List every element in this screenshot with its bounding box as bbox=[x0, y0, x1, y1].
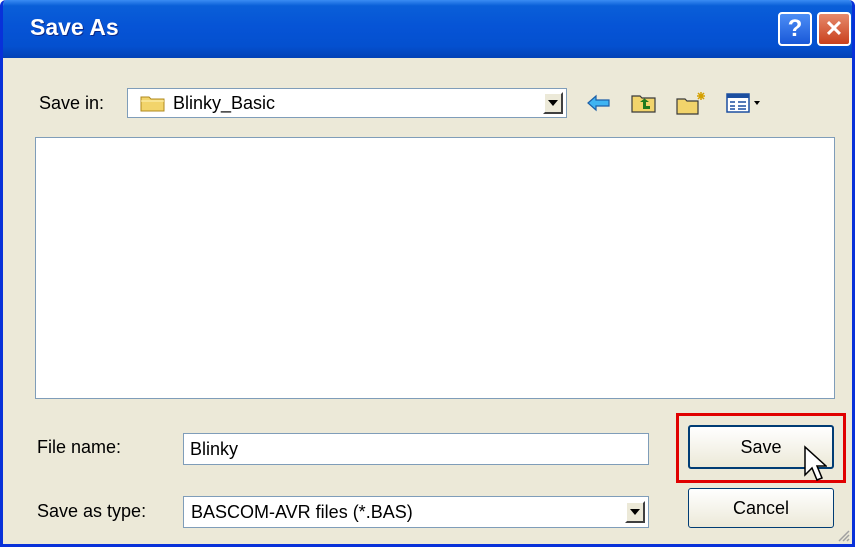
folder-icon bbox=[140, 96, 165, 112]
resize-grip-icon[interactable] bbox=[836, 528, 850, 542]
save-in-dropdown-arrow[interactable] bbox=[543, 92, 563, 114]
help-button[interactable]: ? bbox=[778, 12, 812, 46]
save-as-type-value: BASCOM-AVR files (*.BAS) bbox=[191, 502, 413, 522]
save-in-label: Save in: bbox=[39, 93, 105, 113]
save-as-type-dropdown-arrow[interactable] bbox=[625, 501, 645, 523]
save-as-type-dropdown[interactable]: BASCOM-AVR files (*.BAS) bbox=[183, 496, 649, 528]
close-icon: ✕ bbox=[824, 16, 844, 41]
up-one-level-icon bbox=[631, 95, 656, 113]
save-in-dropdown[interactable]: Blinky_Basic bbox=[127, 88, 567, 118]
mouse-pointer-icon bbox=[804, 445, 827, 481]
close-button[interactable]: ✕ bbox=[817, 12, 851, 46]
back-button[interactable] bbox=[583, 88, 615, 118]
window-title: Save As bbox=[30, 14, 119, 40]
back-arrow-icon bbox=[587, 94, 610, 112]
view-menu-button[interactable] bbox=[723, 88, 765, 118]
view-menu-icon bbox=[726, 93, 760, 113]
new-folder-button[interactable] bbox=[673, 88, 711, 118]
file-name-input[interactable]: Blinky bbox=[183, 433, 649, 465]
save-as-type-label: Save as type: bbox=[37, 501, 147, 521]
save-as-dialog: Save As ? ✕ Save in: Blinky_Basic File n… bbox=[0, 0, 855, 547]
new-folder-icon bbox=[676, 92, 705, 115]
save-in-value: Blinky_Basic bbox=[173, 93, 276, 113]
help-icon: ? bbox=[787, 15, 803, 42]
chevron-down-icon bbox=[630, 509, 640, 515]
chevron-down-icon bbox=[548, 100, 558, 106]
title-bar[interactable]: Save As ? ✕ bbox=[3, 0, 852, 58]
cancel-button[interactable]: Cancel bbox=[688, 488, 834, 528]
file-list-area[interactable] bbox=[35, 137, 835, 399]
file-name-label: File name: bbox=[37, 437, 122, 457]
up-one-level-button[interactable] bbox=[627, 88, 661, 118]
